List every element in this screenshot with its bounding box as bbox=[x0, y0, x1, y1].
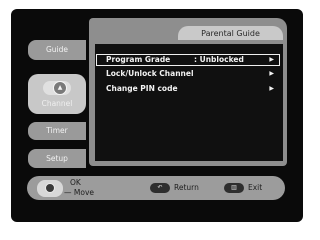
channel-icon-holder: ▲ bbox=[43, 81, 71, 95]
sidebar-item-setup[interactable]: Setup bbox=[28, 149, 86, 168]
channel-up-icon: ▲ bbox=[53, 81, 67, 95]
sidebar-item-label: Channel bbox=[41, 99, 73, 108]
menu-item-label: Program Grade bbox=[106, 55, 171, 64]
chevron-right-icon: ▶ bbox=[269, 56, 274, 63]
sidebar-item-label: Setup bbox=[46, 154, 68, 163]
chevron-right-icon: ▶ bbox=[269, 85, 274, 92]
sidebar-item-label: Guide bbox=[45, 45, 69, 54]
menu-item-change-pin[interactable]: Change PIN code ▶ bbox=[96, 83, 280, 95]
sidebar-item-channel[interactable]: ▲ Channel bbox=[28, 74, 86, 114]
menu-item-program-grade[interactable]: Program Grade : Unblocked ▶ bbox=[96, 54, 280, 66]
menu-item-label: Change PIN code bbox=[106, 84, 178, 93]
sidebar-item-guide[interactable]: Guide bbox=[28, 40, 86, 60]
menu-item-lock-unlock-channel[interactable]: Lock/Unlock Channel ▶ bbox=[96, 68, 280, 80]
return-hint-label: Return bbox=[174, 183, 199, 192]
sidebar-item-label: Timer bbox=[46, 126, 68, 135]
ok-hint-label: OK bbox=[70, 178, 81, 187]
exit-hint-label: Exit bbox=[248, 183, 263, 192]
return-icon: ↶ bbox=[150, 183, 170, 193]
menu-item-value: : Unblocked bbox=[194, 55, 244, 64]
sidebar-item-timer[interactable]: Timer bbox=[28, 122, 86, 140]
exit-icon: ▥ bbox=[224, 183, 244, 193]
panel-title: Parental Guide bbox=[178, 26, 283, 40]
ok-button-icon bbox=[45, 183, 55, 193]
menu-item-label: Lock/Unlock Channel bbox=[106, 69, 194, 78]
dpad-icon bbox=[37, 180, 63, 197]
chevron-right-icon: ▶ bbox=[269, 70, 274, 77]
move-hint-label: — Move bbox=[64, 188, 94, 197]
